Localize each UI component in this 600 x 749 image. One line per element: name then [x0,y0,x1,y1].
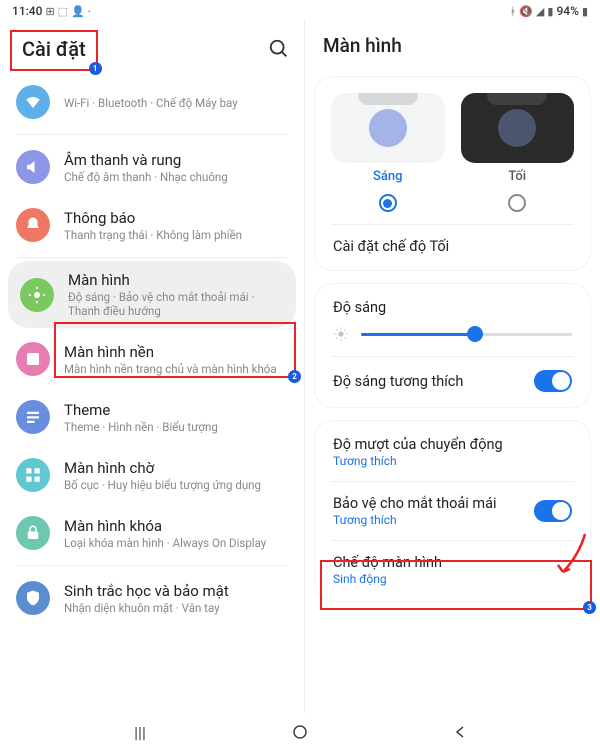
divider [16,565,288,566]
divider [16,134,288,135]
sidebar-title: Màn hình [68,271,284,289]
light-preview [331,93,445,163]
sidebar-sub: Chế độ âm thanh · Nhạc chuông [64,170,288,184]
shield-icon [16,581,50,615]
sidebar-item-homescreen[interactable]: Màn hình chờ Bố cục · Huy hiệu biểu tượn… [0,446,304,504]
sun-icon [20,278,54,312]
divider [16,257,288,258]
status-bar: 11:40 ⊞ ⬚ 👤 · ᚼ 🔇 ◢ ▮ 94% ▮ [0,0,600,20]
adaptive-toggle[interactable] [534,370,572,392]
sidebar-item-wallpaper[interactable]: Màn hình nền Màn hình nền trang chủ và m… [0,330,304,388]
sidebar-sub: Theme · Hình nền · Biểu tượng [64,420,288,434]
dark-label: Tối [508,169,526,184]
row-title: Độ sáng tương thích [333,373,463,390]
home-button[interactable] [290,722,310,742]
sidebar-title: Màn hình khóa [64,517,288,535]
eye-comfort-toggle[interactable] [534,500,572,522]
page-title: Cài đặt [22,37,86,61]
sidebar-item-notifications[interactable]: Thông báo Thanh trạng thái · Không làm p… [0,196,304,254]
screen-mode-row[interactable]: Chế độ màn hình Sinh động [315,541,590,599]
signal-icon: ▮ [547,5,553,18]
sidebar-title: Màn hình nền [64,343,288,361]
row-sub: Tương thích [333,454,503,468]
image-icon [16,342,50,376]
panel-title: Màn hình [323,34,582,57]
wifi-icon [16,85,50,119]
radio-dark[interactable] [508,194,526,212]
navigation-bar: ||| [0,715,600,749]
back-button[interactable] [450,722,470,742]
annotation-box-1: Cài đặt 1 [10,30,98,71]
lock-icon [16,516,50,550]
row-title: Bảo vệ cho mắt thoải mái [333,495,497,512]
sidebar-sub: Nhận diện khuôn mặt · Vân tay [64,601,288,615]
sidebar-item-sound[interactable]: Âm thanh và rung Chế độ âm thanh · Nhạc … [0,138,304,196]
sidebar-title: Âm thanh và rung [64,151,288,169]
sidebar-sub: Màn hình nền trang chủ và màn hình khóa [64,362,288,376]
row-sub: Sinh động [333,572,442,586]
sidebar-sub: Loại khóa màn hình · Always On Display [64,536,288,550]
sidebar-item-lockscreen[interactable]: Màn hình khóa Loại khóa màn hình · Alway… [0,504,304,562]
palette-icon [16,400,50,434]
sidebar-sub: Thanh trạng thái · Không làm phiền [64,228,288,242]
sidebar-item-biometrics[interactable]: Sinh trắc học và bảo mật Nhận diện khuôn… [0,569,304,627]
recents-button[interactable]: ||| [130,722,150,742]
dark-mode-option[interactable]: Tối [461,93,575,220]
sidebar-item-display[interactable]: Màn hình Độ sáng · Bảo vệ cho mắt thoải … [8,261,296,328]
settings-sidebar: Cài đặt 1 Wi-Fi · Bluetooth · Chế độ Máy… [0,20,305,713]
brightness-card: Độ sáng Độ sáng tương thích [315,284,590,407]
status-icon: · [88,5,91,18]
row-sub: Tương thích [333,513,497,527]
mode-card: Sáng Tối Cài đặt chế độ Tối [315,77,590,270]
radio-light[interactable] [379,194,397,212]
status-icon: ⬚ [58,5,68,18]
sidebar-title: Thông báo [64,209,288,227]
sidebar-sub: Độ sáng · Bảo vệ cho mắt thoải mái · Tha… [68,290,284,318]
sidebar-title: Màn hình chờ [64,459,288,477]
brightness-label: Độ sáng [333,299,386,316]
sidebar-title: Sinh trắc học và bảo mật [64,582,288,600]
bell-icon [16,208,50,242]
sidebar-sub: Wi-Fi · Bluetooth · Chế độ Máy bay [64,96,288,110]
row-title: Độ mượt của chuyển động [333,436,503,453]
sound-icon [16,150,50,184]
grid-icon [16,458,50,492]
mute-icon: 🔇 [519,5,533,18]
status-icon: ⊞ [45,5,54,18]
adaptive-brightness-row[interactable]: Độ sáng tương thích [315,357,590,405]
brightness-slider[interactable] [361,333,572,336]
wifi-icon: ◢ [536,5,544,18]
eye-comfort-row[interactable]: Bảo vệ cho mắt thoải mái Tương thích [315,482,590,540]
row-title: Chế độ màn hình [333,554,442,571]
clock: 11:40 [12,4,42,18]
battery-text: 94% [556,4,578,18]
display-settings-panel: Màn hình Sáng Tối Cài đặt chế độ Tối [305,20,600,713]
annotation-badge-1: 1 [89,62,102,75]
bluetooth-icon: ᚼ [510,5,517,18]
search-icon[interactable] [268,38,290,64]
advanced-card: Độ mượt của chuyển động Tương thích Bảo … [315,421,590,601]
sidebar-title: Theme [64,401,288,419]
sidebar-item-connections[interactable]: Wi-Fi · Bluetooth · Chế độ Máy bay [0,81,304,131]
dark-mode-settings-row[interactable]: Cài đặt chế độ Tối [315,225,590,268]
light-mode-option[interactable]: Sáng [331,93,445,220]
dark-preview [461,93,575,163]
sidebar-item-theme[interactable]: Theme Theme · Hình nền · Biểu tượng [0,388,304,446]
motion-smoothness-row[interactable]: Độ mượt của chuyển động Tương thích [315,423,590,481]
status-icon: 👤 [71,5,85,18]
sidebar-sub: Bố cục · Huy hiệu biểu tượng ứng dụng [64,478,288,492]
light-label: Sáng [373,169,403,184]
sun-icon [333,326,349,342]
row-title: Cài đặt chế độ Tối [333,238,449,255]
battery-icon: ▮ [582,5,588,18]
